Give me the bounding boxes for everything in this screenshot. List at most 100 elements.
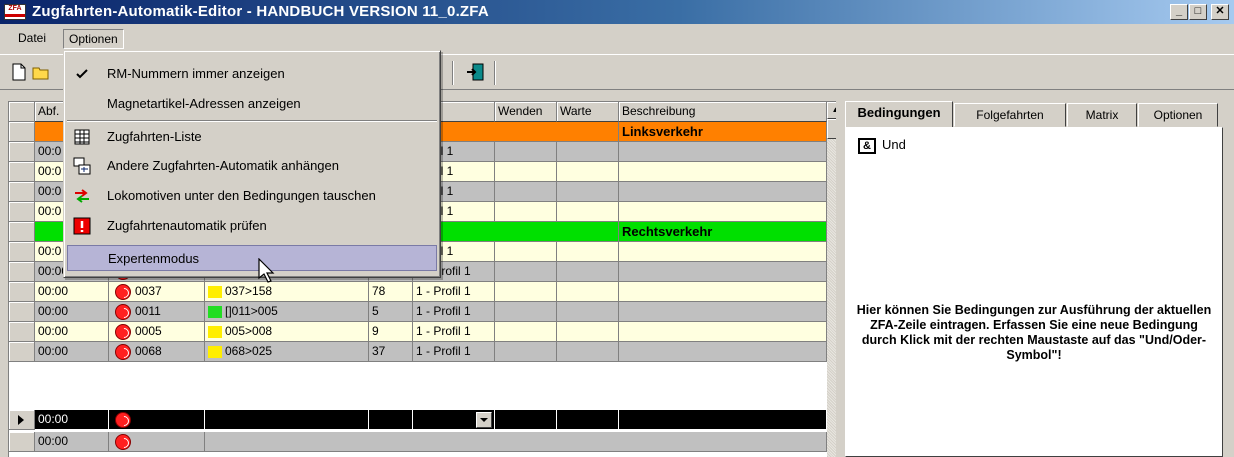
- menu-item-lokomotiven-tauschen[interactable]: Lokomotiven unter den Bedingungen tausch…: [67, 183, 437, 209]
- row-indicator[interactable]: [9, 432, 35, 452]
- exit-icon[interactable]: [466, 63, 484, 81]
- cell-warte[interactable]: [557, 242, 619, 262]
- cell-wenden[interactable]: [495, 242, 557, 262]
- cell-time[interactable]: 00:00: [35, 282, 109, 302]
- cell-length[interactable]: 37: [369, 342, 413, 362]
- maximize-button[interactable]: □: [1189, 4, 1207, 20]
- table-row[interactable]: 00:00 0011 []011>005 5 1 - Profil 1: [9, 302, 827, 322]
- cell-route[interactable]: [205, 410, 369, 430]
- menu-datei[interactable]: Datei: [13, 29, 51, 49]
- cell-description[interactable]: [619, 302, 827, 322]
- cell-route[interactable]: 068>025: [205, 342, 369, 362]
- cell-description[interactable]: [619, 410, 827, 430]
- row-indicator[interactable]: [9, 182, 35, 202]
- row-indicator[interactable]: [9, 162, 35, 182]
- row-indicator[interactable]: [9, 322, 35, 342]
- row-indicator[interactable]: [9, 242, 35, 262]
- cell-route[interactable]: 005>008: [205, 322, 369, 342]
- cell-description[interactable]: [619, 182, 827, 202]
- col-wenden[interactable]: Wenden: [495, 102, 557, 122]
- scroll-up-button[interactable]: ▲: [827, 102, 836, 119]
- cell-warte[interactable]: [557, 302, 619, 322]
- profile-dropdown[interactable]: [413, 410, 495, 430]
- cell-signal[interactable]: 0068: [109, 342, 205, 362]
- cell-description[interactable]: [619, 262, 827, 282]
- cell-wenden[interactable]: [495, 342, 557, 362]
- table-row[interactable]: 00:00 0037 037>158 78 1 - Profil 1: [9, 282, 827, 302]
- cell-description[interactable]: [619, 322, 827, 342]
- cell-wenden[interactable]: [495, 302, 557, 322]
- cell-warte[interactable]: [557, 282, 619, 302]
- cell-description[interactable]: [619, 202, 827, 222]
- cell-wenden[interactable]: [495, 410, 557, 430]
- cell-time[interactable]: 00:00: [35, 342, 109, 362]
- chevron-down-icon[interactable]: [476, 412, 492, 428]
- cell-warte[interactable]: [557, 262, 619, 282]
- cell-warte[interactable]: [557, 410, 619, 430]
- vertical-scrollbar[interactable]: ▲: [827, 102, 836, 457]
- cell-warte[interactable]: [557, 342, 619, 362]
- cell-signal[interactable]: [109, 410, 205, 430]
- cell-length[interactable]: [369, 410, 413, 430]
- menu-item-magnetartikel[interactable]: Magnetartikel-Adressen anzeigen: [67, 91, 437, 117]
- cell-empty[interactable]: [205, 432, 827, 452]
- cell-description[interactable]: [619, 342, 827, 362]
- table-row[interactable]: 00:00: [9, 432, 827, 452]
- col-beschreibung[interactable]: Beschreibung: [619, 102, 827, 122]
- cell-signal[interactable]: [109, 432, 205, 452]
- col-warte[interactable]: Warte: [557, 102, 619, 122]
- table-row[interactable]: 00:00 0005 005>008 9 1 - Profil 1: [9, 322, 827, 342]
- cell-warte[interactable]: [557, 182, 619, 202]
- cell-wenden[interactable]: [495, 322, 557, 342]
- cell-warte[interactable]: [557, 162, 619, 182]
- menu-item-zugfahrten-liste[interactable]: Zugfahrten-Liste: [67, 124, 437, 150]
- cell-profile[interactable]: 1 - Profil 1: [413, 342, 495, 362]
- cell-wenden[interactable]: [495, 282, 557, 302]
- cell-route[interactable]: 037>158: [205, 282, 369, 302]
- row-indicator[interactable]: [9, 122, 35, 142]
- cell-description[interactable]: [619, 242, 827, 262]
- tab-bedingungen[interactable]: Bedingungen: [845, 101, 953, 128]
- cell-wenden[interactable]: [495, 182, 557, 202]
- cell-warte[interactable]: [557, 322, 619, 342]
- scroll-thumb[interactable]: [827, 119, 836, 139]
- cell-warte[interactable]: [557, 202, 619, 222]
- row-indicator[interactable]: [9, 142, 35, 162]
- menu-item-anhaengen[interactable]: Andere Zugfahrten-Automatik anhängen: [67, 153, 437, 179]
- menu-optionen[interactable]: Optionen: [63, 29, 124, 49]
- cell-profile[interactable]: 1 - Profil 1: [413, 302, 495, 322]
- and-symbol-icon[interactable]: &: [858, 137, 876, 154]
- menu-item-pruefen[interactable]: Zugfahrtenautomatik prüfen: [67, 213, 437, 239]
- new-file-icon[interactable]: [10, 63, 28, 81]
- cell-profile[interactable]: 1 - Profil 1: [413, 322, 495, 342]
- cell-description[interactable]: [619, 162, 827, 182]
- cell-signal[interactable]: 0037: [109, 282, 205, 302]
- cell-profile[interactable]: 1 - Profil 1: [413, 282, 495, 302]
- tab-optionen[interactable]: Optionen: [1138, 103, 1218, 127]
- tab-matrix[interactable]: Matrix: [1067, 103, 1137, 127]
- minimize-button[interactable]: _: [1170, 4, 1188, 20]
- cell-time[interactable]: 00:00: [35, 322, 109, 342]
- cell-length[interactable]: 78: [369, 282, 413, 302]
- table-row[interactable]: 00:00 0068 068>025 37 1 - Profil 1: [9, 342, 827, 362]
- cell-time[interactable]: 00:00: [35, 302, 109, 322]
- cell-time[interactable]: 00:00: [35, 410, 109, 430]
- row-indicator[interactable]: [9, 262, 35, 282]
- cell-signal[interactable]: 0005: [109, 322, 205, 342]
- row-indicator[interactable]: [9, 282, 35, 302]
- cell-wenden[interactable]: [495, 262, 557, 282]
- cell-wenden[interactable]: [495, 142, 557, 162]
- row-indicator[interactable]: [9, 202, 35, 222]
- cell-wenden[interactable]: [495, 202, 557, 222]
- und-node[interactable]: & Und: [858, 136, 906, 156]
- cell-length[interactable]: 5: [369, 302, 413, 322]
- tab-folgefahrten[interactable]: Folgefahrten: [954, 103, 1066, 127]
- row-indicator[interactable]: [9, 222, 35, 242]
- cell-warte[interactable]: [557, 142, 619, 162]
- current-row-indicator[interactable]: [9, 410, 35, 430]
- cell-wenden[interactable]: [495, 162, 557, 182]
- app-icon[interactable]: ZFA: [4, 4, 26, 20]
- open-folder-icon[interactable]: [32, 63, 50, 81]
- menu-item-rm-nummern[interactable]: RM-Nummern immer anzeigen: [67, 61, 437, 87]
- current-row[interactable]: 00:00: [9, 410, 827, 430]
